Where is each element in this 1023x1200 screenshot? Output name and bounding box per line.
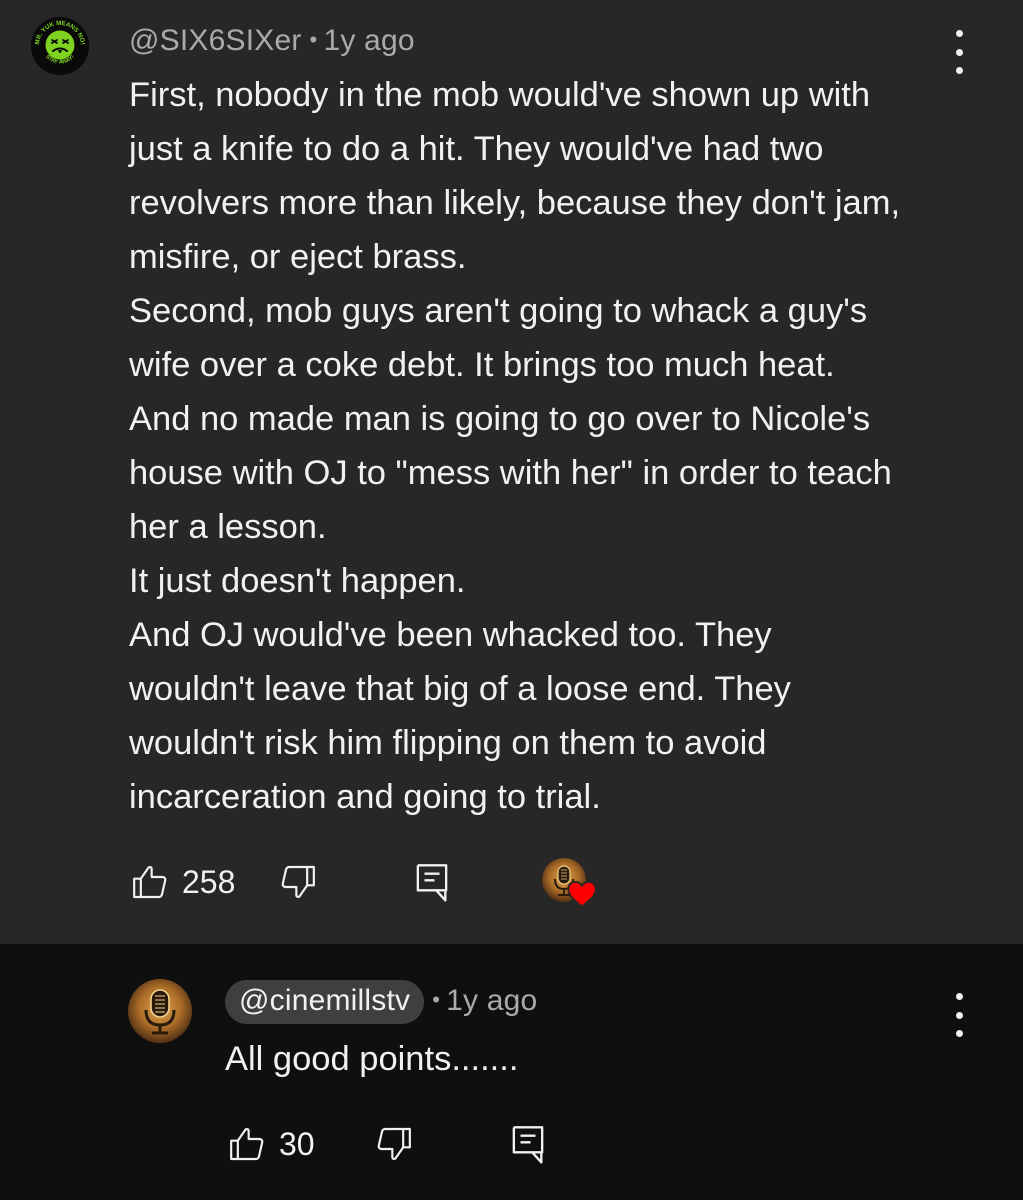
comment-line: Second, mob guys aren't going to whack a… <box>129 292 868 330</box>
thumbs-down-icon <box>374 1124 414 1164</box>
comment-body: First, nobody in the mob would've shown … <box>129 68 989 824</box>
author-avatar[interactable]: MR. YUK MEANS NO! STAY AWAY! <box>31 17 89 75</box>
reply-like-count: 30 <box>279 1125 315 1162</box>
comment-line: house with OJ to "mess with her" in orde… <box>129 454 892 492</box>
comment-line: And OJ would've been whacked too. They <box>129 616 772 654</box>
like-count: 258 <box>182 863 236 900</box>
reply-dislike-button[interactable] <box>374 1124 414 1164</box>
dislike-button[interactable] <box>278 862 318 902</box>
comment-meta: @SIX6SIXer • 1y ago <box>129 24 415 58</box>
reply-author-avatar[interactable] <box>128 979 192 1043</box>
comment-line: First, nobody in the mob would've shown … <box>129 76 871 114</box>
comment-line: wouldn't leave that big of a loose end. … <box>129 670 791 708</box>
thumbs-up-icon <box>227 1124 267 1164</box>
reply-timestamp[interactable]: 1y ago <box>446 984 537 1017</box>
reply-icon <box>508 1123 548 1165</box>
reply-author-handle[interactable]: @cinemillstv <box>225 980 425 1024</box>
reply-icon <box>412 861 452 903</box>
comment-line: just a knife to do a hit. They would've … <box>129 130 824 168</box>
reply-like-button[interactable]: 30 <box>227 1124 315 1164</box>
comment-line: It just doesn't happen. <box>129 562 466 600</box>
thumbs-up-icon <box>130 862 170 902</box>
reply-meta: @cinemillstv • 1y ago <box>225 980 537 1024</box>
comment-line: wouldn't risk him flipping on them to av… <box>129 724 767 762</box>
microphone-icon <box>144 989 176 1035</box>
comment-line: misfire, or eject brass. <box>129 238 467 276</box>
reply-menu-button[interactable] <box>939 993 979 1037</box>
comment-line: incarceration and going to trial. <box>129 778 601 816</box>
timestamp[interactable]: 1y ago <box>323 24 414 57</box>
comment-line: wife over a coke debt. It brings too muc… <box>129 346 835 384</box>
thumbs-down-icon <box>278 862 318 902</box>
reply-reply-button[interactable] <box>508 1123 548 1165</box>
meta-separator: • <box>309 27 318 52</box>
more-vert-icon <box>955 30 963 37</box>
author-handle[interactable]: @SIX6SIXer <box>129 24 302 57</box>
reply-body: All good points....... <box>225 1040 519 1078</box>
comment-line: her a lesson. <box>129 508 327 546</box>
meta-separator: • <box>432 987 441 1012</box>
like-button[interactable]: 258 <box>130 862 235 902</box>
mr-yuk-icon: MR. YUK MEANS NO! STAY AWAY! <box>32 18 88 74</box>
creator-heart-badge <box>542 858 598 914</box>
comment-line: And no made man is going to go over to N… <box>129 400 871 438</box>
comment-card: MR. YUK MEANS NO! STAY AWAY! @SIX6SIXer •… <box>0 0 1023 944</box>
creator-heart-icon <box>567 880 597 908</box>
reply-button[interactable] <box>412 861 452 903</box>
comment-line: revolvers more than likely, because they… <box>129 184 901 222</box>
more-vert-icon <box>955 993 963 1000</box>
